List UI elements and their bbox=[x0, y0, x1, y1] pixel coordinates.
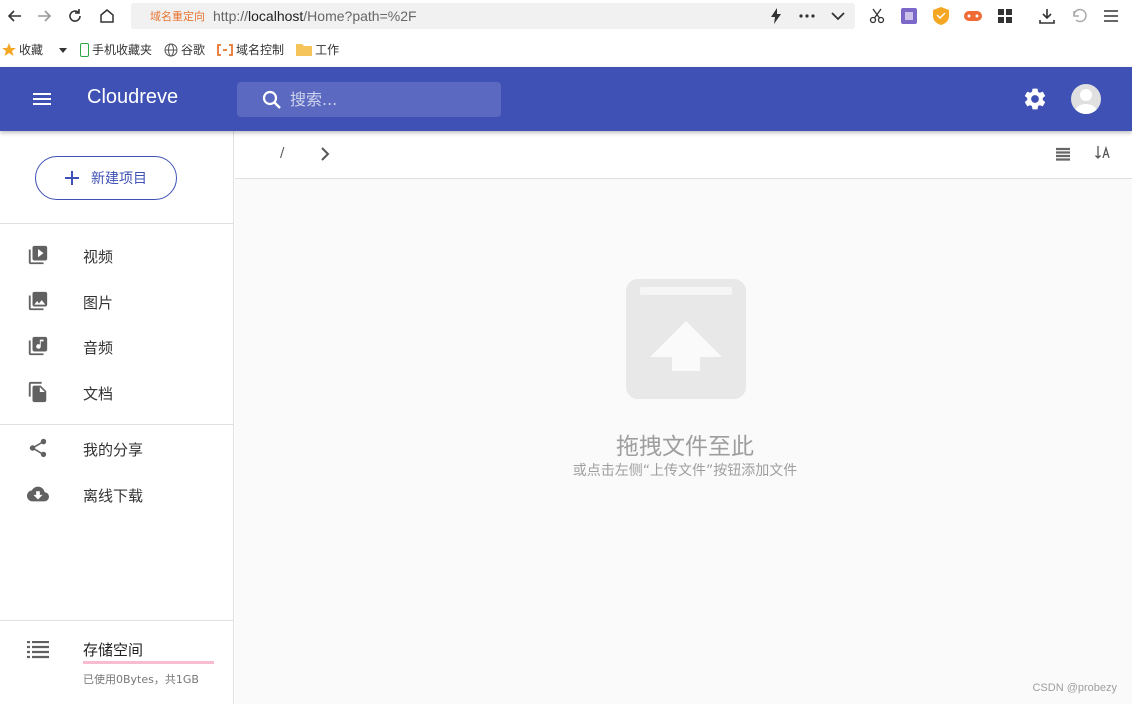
breadcrumb-root[interactable]: / bbox=[280, 146, 284, 161]
browser-toolbar: 域名重定向 http://localhost/Home?path=%2F bbox=[0, 0, 1132, 32]
photo-library-icon bbox=[28, 291, 48, 311]
caret-down-icon bbox=[59, 47, 68, 53]
sidebar-item-audio[interactable]: 音频 bbox=[0, 323, 234, 369]
sort-alpha-icon bbox=[1095, 145, 1110, 159]
gamepad-icon[interactable] bbox=[962, 5, 984, 27]
bookmark-label: 手机收藏夹 bbox=[92, 43, 153, 57]
url-prefix: http:// bbox=[213, 8, 249, 24]
storage-panel: 存储空间 已使用0Bytes，共1GB bbox=[0, 621, 234, 704]
new-item-label: 新建项目 bbox=[91, 171, 147, 187]
phone-icon bbox=[80, 42, 90, 57]
search-input[interactable] bbox=[290, 90, 490, 109]
chevron-right-icon[interactable] bbox=[318, 145, 332, 163]
file-area[interactable]: / 拖拽文件至此 或点击左侧“上传文件”按钮添加文件 CSDN @probezy bbox=[235, 131, 1132, 704]
forward-button[interactable] bbox=[29, 1, 59, 31]
star-icon bbox=[2, 42, 16, 56]
sidebar-item-offline-download[interactable]: 离线下载 bbox=[0, 471, 234, 517]
storage-usage: 已使用0Bytes，共1GB bbox=[83, 673, 199, 686]
navigator-bar: / bbox=[235, 131, 1132, 179]
domain-icon bbox=[217, 43, 233, 56]
translate-icon[interactable] bbox=[898, 5, 920, 27]
bookmark-label: 工作 bbox=[315, 43, 340, 57]
avatar[interactable] bbox=[1071, 84, 1101, 114]
apps-grid-icon[interactable] bbox=[994, 5, 1016, 27]
lightning-icon[interactable] bbox=[769, 8, 783, 24]
user-avatar-icon bbox=[1074, 89, 1098, 114]
reload-icon bbox=[69, 9, 81, 22]
sidebar-item-label: 视频 bbox=[83, 248, 114, 266]
home-button[interactable] bbox=[92, 1, 122, 31]
sidebar-item-my-share[interactable]: 我的分享 bbox=[0, 425, 234, 471]
back-button[interactable] bbox=[0, 1, 30, 31]
storage-icon bbox=[27, 641, 49, 659]
bookmark-label: 域名控制 bbox=[236, 43, 285, 57]
download-icon[interactable] bbox=[1036, 5, 1058, 27]
arrow-right-icon bbox=[38, 10, 52, 22]
folder-icon bbox=[296, 44, 313, 56]
address-actions bbox=[769, 3, 845, 29]
sidebar-item-image[interactable]: 图片 bbox=[0, 278, 234, 324]
redirect-label: 域名重定向 bbox=[150, 10, 205, 23]
undo-icon[interactable] bbox=[1068, 5, 1090, 27]
gear-icon bbox=[1024, 88, 1046, 110]
chevron-down-icon[interactable] bbox=[831, 11, 845, 21]
file-copy-icon bbox=[28, 381, 47, 403]
bookmark-mobile[interactable]: 手机收藏夹 bbox=[80, 41, 152, 58]
sidebar-item-label: 图片 bbox=[83, 294, 114, 312]
reload-button[interactable] bbox=[60, 1, 90, 31]
bookmark-domain[interactable]: 域名控制 bbox=[217, 41, 284, 58]
bookmarks-bar: 收藏 手机收藏夹 谷歌 域名控制 工作 bbox=[0, 32, 1132, 67]
app-title[interactable]: Cloudreve bbox=[87, 86, 178, 109]
app-bar: Cloudreve bbox=[0, 67, 1132, 131]
music-library-icon bbox=[28, 336, 48, 356]
extension-icons bbox=[866, 2, 1122, 30]
sidebar-item-label: 我的分享 bbox=[83, 441, 144, 459]
url-path: /Home?path=%2F bbox=[303, 8, 417, 24]
share-icon bbox=[29, 438, 47, 458]
search-icon bbox=[262, 90, 281, 109]
globe-icon bbox=[164, 43, 178, 56]
settings-button[interactable] bbox=[1022, 86, 1048, 112]
bookmark-work[interactable]: 工作 bbox=[296, 41, 339, 58]
upload-box-icon bbox=[626, 279, 746, 399]
empty-state-title: 拖拽文件至此 bbox=[616, 434, 754, 460]
hamburger-menu-icon[interactable] bbox=[1100, 5, 1122, 27]
cloud-download-icon bbox=[27, 486, 49, 502]
video-library-icon bbox=[28, 245, 48, 265]
menu-button[interactable] bbox=[26, 83, 58, 115]
sort-button[interactable] bbox=[1095, 145, 1113, 161]
new-item-button[interactable]: 新建项目 bbox=[35, 156, 177, 200]
menu-icon bbox=[33, 93, 51, 105]
more-dots-icon[interactable] bbox=[799, 14, 815, 18]
storage-progress-bar bbox=[83, 661, 214, 664]
address-bar[interactable]: 域名重定向 http://localhost/Home?path=%2F bbox=[131, 3, 855, 29]
sidebar-item-video[interactable]: 视频 bbox=[0, 232, 234, 278]
shield-icon[interactable] bbox=[930, 5, 952, 27]
scissors-icon[interactable] bbox=[866, 5, 888, 27]
empty-state-subtitle: 或点击左侧“上传文件”按钮添加文件 bbox=[572, 463, 798, 479]
list-view-icon[interactable] bbox=[1054, 145, 1072, 163]
storage-title: 存储空间 bbox=[83, 641, 144, 659]
url-text[interactable]: http://localhost/Home?path=%2F bbox=[213, 8, 417, 24]
url-host: localhost bbox=[248, 8, 304, 24]
bookmark-label: 谷歌 bbox=[181, 43, 206, 57]
arrow-left-icon bbox=[7, 10, 21, 22]
sidebar-item-document[interactable]: 文档 bbox=[0, 369, 234, 415]
watermark: CSDN @probezy bbox=[1032, 682, 1117, 694]
sidebar-divider bbox=[0, 223, 234, 224]
home-icon bbox=[100, 9, 114, 23]
sidebar: 新建项目 视频 图片 音频 文档 我的分享 离线下载 存储空间 已使用0Byte… bbox=[0, 131, 234, 704]
bookmark-label: 收藏 bbox=[19, 43, 44, 57]
sidebar-item-label: 音频 bbox=[83, 339, 114, 357]
bookmark-favorites[interactable]: 收藏 bbox=[2, 41, 68, 58]
search-box[interactable] bbox=[237, 82, 501, 117]
bookmark-google[interactable]: 谷歌 bbox=[164, 41, 205, 58]
plus-icon bbox=[65, 171, 79, 185]
sidebar-item-label: 离线下载 bbox=[83, 487, 144, 505]
sidebar-item-label: 文档 bbox=[83, 385, 114, 403]
